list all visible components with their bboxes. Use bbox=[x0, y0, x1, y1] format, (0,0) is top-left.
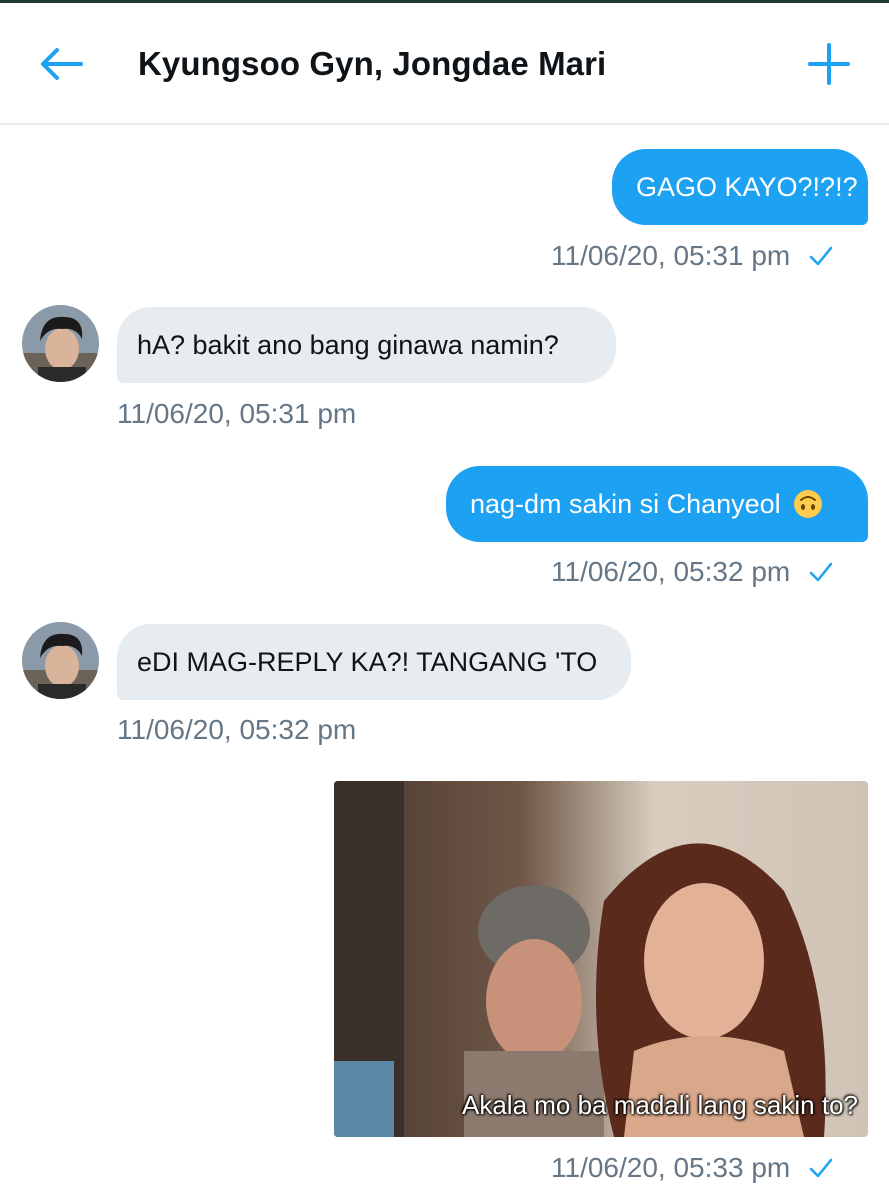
message-text: hA? bakit ano bang ginawa namin? bbox=[137, 329, 559, 360]
message-text: nag-dm sakin si Chanyeol bbox=[470, 488, 781, 519]
avatar[interactable] bbox=[22, 622, 99, 699]
timestamp-text: 11/06/20, 05:31 pm bbox=[551, 240, 791, 271]
message-timestamp: 11/06/20, 05:32 pm bbox=[117, 714, 357, 745]
message-bubble-outgoing[interactable]: nag-dm sakin si Chanyeol bbox=[446, 466, 868, 542]
timestamp-text: 11/06/20, 05:32 pm bbox=[551, 556, 791, 587]
message-bubble-outgoing[interactable]: GAGO KAYO?!?!? bbox=[612, 149, 868, 225]
message-timestamp: 11/06/20, 05:31 pm bbox=[117, 398, 357, 429]
message-bubble-incoming[interactable]: hA? bakit ano bang ginawa namin? bbox=[117, 307, 616, 383]
arrow-left-icon bbox=[39, 47, 83, 86]
timestamp-text: 11/06/20, 05:33 pm bbox=[551, 1152, 791, 1183]
message-timestamp: 11/06/20, 05:31 pm bbox=[551, 240, 834, 272]
conversation-header: Kyungsoo Gyn, Jongdae Mari bbox=[0, 3, 889, 125]
plus-icon bbox=[808, 42, 850, 90]
message-timestamp: 11/06/20, 05:32 pm bbox=[551, 556, 834, 588]
back-button[interactable] bbox=[36, 43, 86, 89]
message-text: GAGO KAYO?!?!? bbox=[636, 171, 858, 202]
add-people-button[interactable] bbox=[802, 41, 856, 91]
upside-down-face-emoji bbox=[793, 489, 823, 519]
message-text: eDI MAG-REPLY KA?! TANGANG 'TO bbox=[137, 646, 598, 677]
message-image[interactable]: Akala mo ba madali lang sakin to? bbox=[334, 781, 868, 1137]
page-title[interactable]: Kyungsoo Gyn, Jongdae Mari bbox=[138, 45, 606, 83]
avatar[interactable] bbox=[22, 305, 99, 382]
image-caption: Akala mo ba madali lang sakin to? bbox=[461, 1090, 858, 1120]
check-icon bbox=[808, 243, 834, 269]
message-bubble-incoming[interactable]: eDI MAG-REPLY KA?! TANGANG 'TO bbox=[117, 624, 631, 700]
check-icon bbox=[808, 559, 834, 585]
message-timestamp: 11/06/20, 05:33 pm bbox=[551, 1152, 834, 1184]
check-icon bbox=[808, 1155, 834, 1181]
